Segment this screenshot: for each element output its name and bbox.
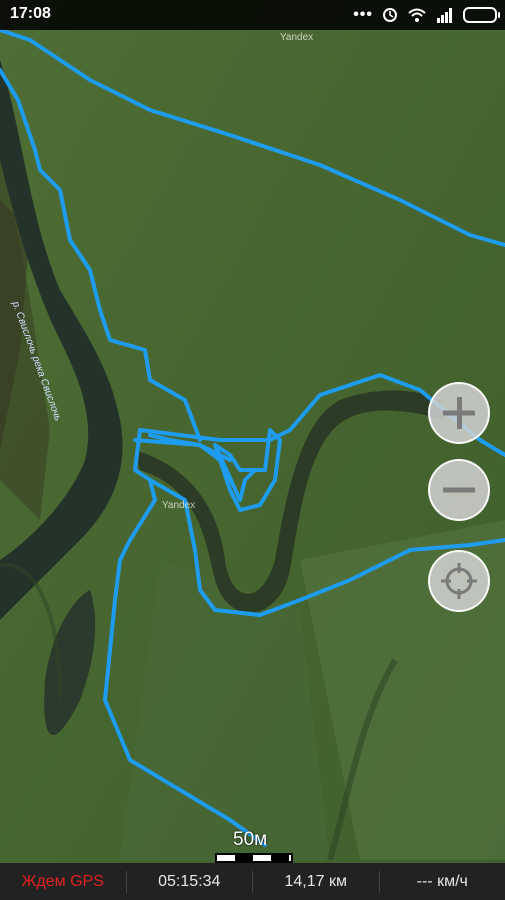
zoom-in-icon bbox=[443, 397, 475, 429]
gps-status: Ждем GPS bbox=[0, 870, 127, 893]
track-duration: 05:15:34 bbox=[127, 870, 253, 893]
status-icons: ••• bbox=[353, 4, 500, 26]
scale-label: 50м bbox=[233, 829, 268, 850]
track-distance: 14,17 км bbox=[253, 870, 380, 893]
tracking-status-bar: Ждем GPS 05:15:34 14,17 км --- км/ч bbox=[0, 863, 505, 900]
alarm-icon bbox=[383, 8, 397, 22]
satellite-map[interactable]: Yandex Yandex bbox=[0, 0, 505, 900]
status-time: 17:08 bbox=[10, 5, 51, 22]
locate-icon bbox=[441, 563, 477, 599]
zoom-out-icon bbox=[443, 487, 475, 493]
more-dots-icon: ••• bbox=[353, 6, 373, 23]
battery-icon bbox=[463, 7, 500, 23]
zoom-out-button[interactable] bbox=[428, 459, 490, 521]
zoom-in-button[interactable] bbox=[428, 382, 490, 444]
map-watermark: Yandex bbox=[162, 500, 195, 511]
signal-icon bbox=[437, 8, 452, 23]
status-bar: 17:08 ••• bbox=[0, 0, 505, 30]
wifi-icon bbox=[408, 8, 426, 22]
map-scale: 50м bbox=[215, 827, 293, 867]
locate-button[interactable] bbox=[428, 550, 490, 612]
map-watermark: Yandex bbox=[280, 32, 313, 43]
scale-bar bbox=[215, 853, 293, 863]
current-speed: --- км/ч bbox=[416, 872, 468, 890]
